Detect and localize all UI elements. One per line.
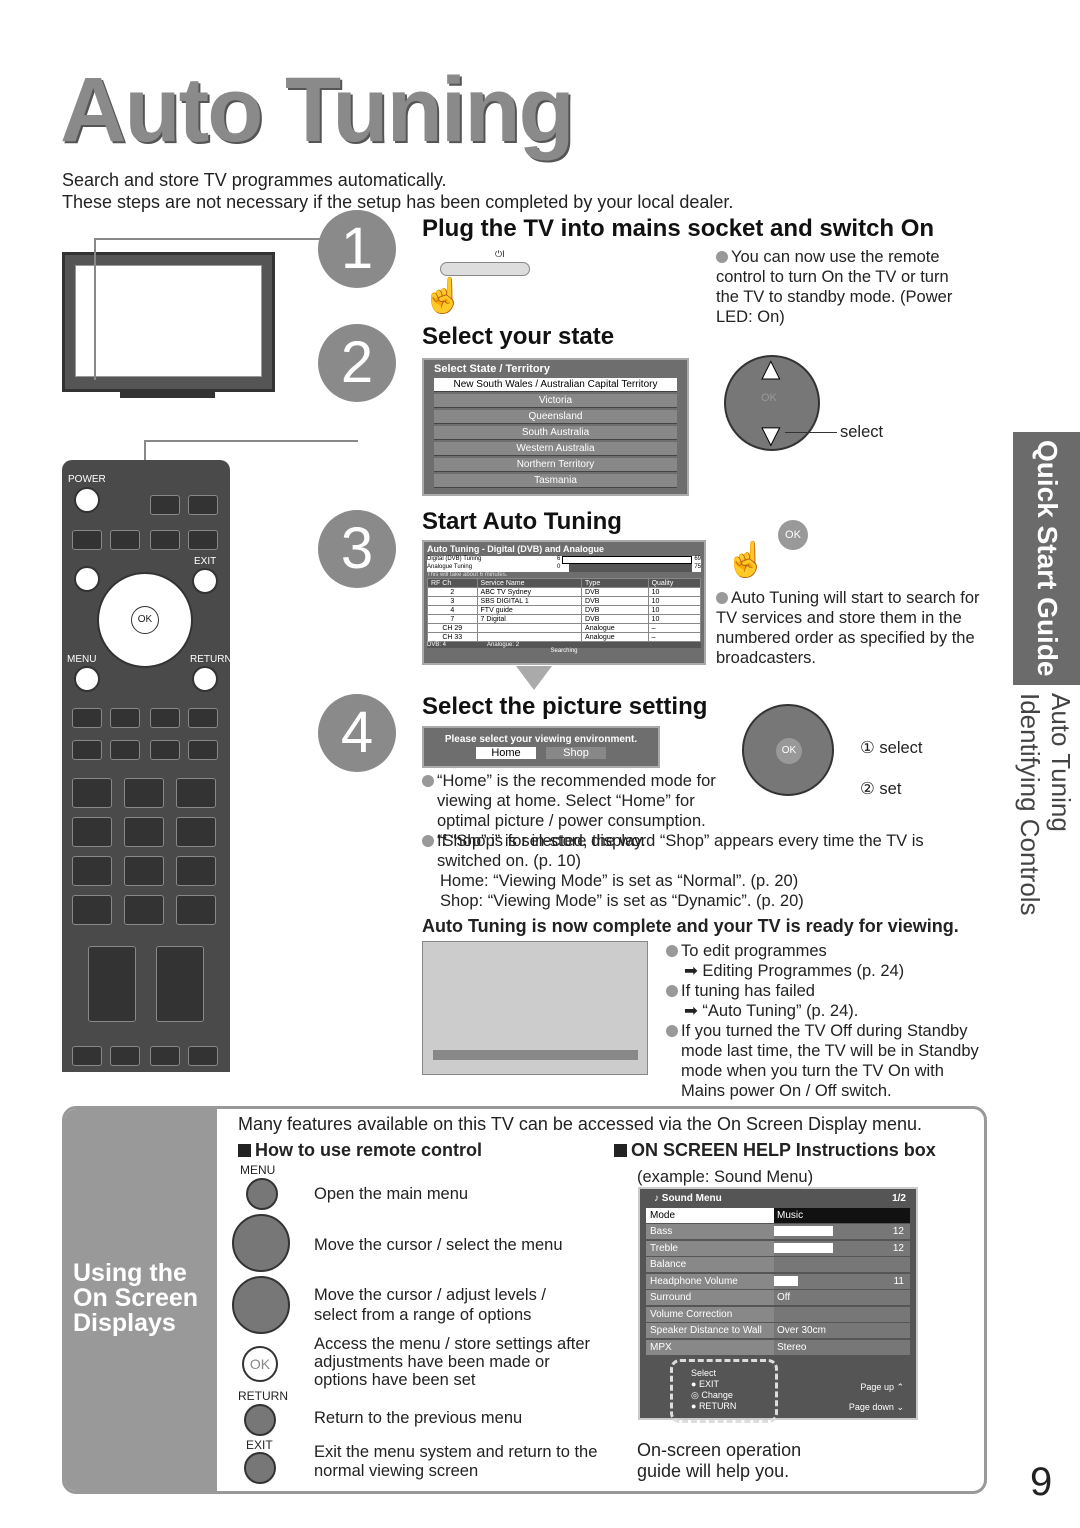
step-4-number: 4 xyxy=(318,694,396,772)
shop-option[interactable]: Shop xyxy=(546,747,606,759)
osd-footer: On-screen operation guide will help you. xyxy=(637,1440,802,1481)
sound-menu-row[interactable]: Surround Off xyxy=(646,1290,910,1305)
exit-button-icon xyxy=(244,1452,276,1484)
tab-label: Quick Start Guide xyxy=(1032,440,1063,677)
ok-button-icon: OK xyxy=(778,520,808,550)
select-label: ① select xyxy=(860,739,923,757)
auto-tuning-osd: Auto Tuning - Digital (DVB) and Analogue… xyxy=(422,540,706,665)
select-label: select xyxy=(840,423,884,441)
return-button-icon xyxy=(244,1404,276,1436)
step-4-heading: Select the picture setting xyxy=(422,693,708,720)
hand-icon: ☝ xyxy=(725,541,768,579)
page-number: 9 xyxy=(1030,1460,1053,1504)
sound-menu-row[interactable]: Speaker Distance to Wall Over 30cm xyxy=(646,1323,910,1338)
page-title: Auto Tuning xyxy=(60,59,575,161)
intro-line-2: These steps are not necessary if the set… xyxy=(62,192,734,212)
step-2-number: 2 xyxy=(318,324,396,402)
sub-auto-tuning: Auto Tuning xyxy=(1046,693,1076,832)
sound-menu-row[interactable]: Treble 12 xyxy=(646,1240,910,1256)
state-option[interactable]: South Australia xyxy=(434,426,677,440)
tuning-table: RF Ch Service Name Type Quality 2 ABC TV Syd… xyxy=(427,578,702,642)
sub-identifying-controls: Identifying Controls xyxy=(1015,693,1045,916)
state-select-osd: Select State / Territory New South Wales… xyxy=(422,358,689,496)
complete-heading: Auto Tuning is now complete and your TV … xyxy=(422,916,959,936)
tuning-row: 4 FTV guide DVB 10 xyxy=(427,605,702,615)
sound-menu-row[interactable]: Balance xyxy=(646,1257,910,1272)
remote-heading: How to use remote control xyxy=(238,1140,482,1161)
help-heading: ON SCREEN HELP Instructions box xyxy=(614,1140,936,1161)
menu-button-icon xyxy=(246,1178,278,1210)
step-3-note: Auto Tuning will start to search for TV … xyxy=(716,589,980,667)
step-1-note: You can now use the remote control to tu… xyxy=(716,248,953,326)
power-button[interactable] xyxy=(74,487,100,513)
complete-notes: To edit programmes ➡ Editing Programmes … xyxy=(666,941,986,1101)
hand-icon: ☝ xyxy=(422,277,465,315)
step-1-heading: Plug the TV into mains socket and switch… xyxy=(422,215,935,242)
exit-button[interactable] xyxy=(192,568,218,594)
step-3-number: 3 xyxy=(318,510,396,588)
viewers-illustration xyxy=(422,941,648,1075)
state-option[interactable]: Queensland xyxy=(434,410,677,424)
step-3-heading: Start Auto Tuning xyxy=(422,508,622,535)
tuning-row: CH 29 Analogue – xyxy=(427,623,702,633)
sound-menu-row[interactable]: Bass 12 xyxy=(646,1224,910,1239)
sound-menu-row[interactable]: Volume Correction xyxy=(646,1306,910,1322)
cursor-pad-icon: ▲ ▼ OK xyxy=(724,353,820,453)
menu-button[interactable] xyxy=(74,666,100,692)
home-option[interactable]: Home xyxy=(476,747,536,759)
tuning-row: CH 33 Analogue – xyxy=(427,632,702,642)
cursor-up-down-icon xyxy=(232,1214,290,1272)
tuning-row: 77 Digital DVB 10 xyxy=(427,614,702,624)
osd-section-title: Using the On Screen Displays xyxy=(73,1259,199,1337)
page-up[interactable]: Page up ⌃ xyxy=(849,1377,904,1397)
tuning-row: 3 SBS DIGITAL 1 DVB 10 xyxy=(427,596,702,606)
sound-menu-row[interactable]: Mode Music xyxy=(646,1207,910,1223)
intro-line-1: Search and store TV programmes automatic… xyxy=(62,170,447,190)
sound-menu-row[interactable]: MPX Stereo xyxy=(646,1339,910,1355)
sound-menu-osd: ♪ Sound Menu 1/2 Mode Music Bass 12 Treble 12 B… xyxy=(638,1187,918,1423)
ok-button-icon: OK xyxy=(242,1346,278,1382)
quick-start-tab: Quick Start Guide xyxy=(1013,432,1080,685)
state-option[interactable]: Tasmania xyxy=(434,474,677,488)
osd-intro: Many features available on this TV can b… xyxy=(238,1114,923,1134)
page-down[interactable]: Page down ⌄ xyxy=(849,1397,904,1417)
tuning-row: 2 ABC TV Sydney DVB 10 xyxy=(427,587,702,597)
arrow-down-icon xyxy=(516,666,552,690)
cursor-pad[interactable]: OK xyxy=(97,572,193,668)
state-option[interactable]: New South Wales / Australian Capital Ter… xyxy=(434,378,677,392)
viewing-environment-osd: Please select your viewing environment. … xyxy=(422,726,660,768)
state-option[interactable]: Western Australia xyxy=(434,442,677,456)
step-2-heading: Select your state xyxy=(422,323,615,350)
remote-control: POWER EXIT OK MENU RETURN xyxy=(62,460,232,1072)
help-box: Select ● EXIT ◎ Change ● RETURN xyxy=(670,1359,778,1423)
return-button[interactable] xyxy=(192,666,218,692)
cursor-left-right-icon xyxy=(232,1276,290,1334)
sound-menu-row[interactable]: Headphone Volume 11 xyxy=(646,1273,910,1289)
state-option[interactable]: Northern Territory xyxy=(434,458,677,472)
step-1-number: 1 xyxy=(318,210,396,288)
power-switch-illustration xyxy=(440,262,530,276)
state-option[interactable]: Victoria xyxy=(434,394,677,408)
